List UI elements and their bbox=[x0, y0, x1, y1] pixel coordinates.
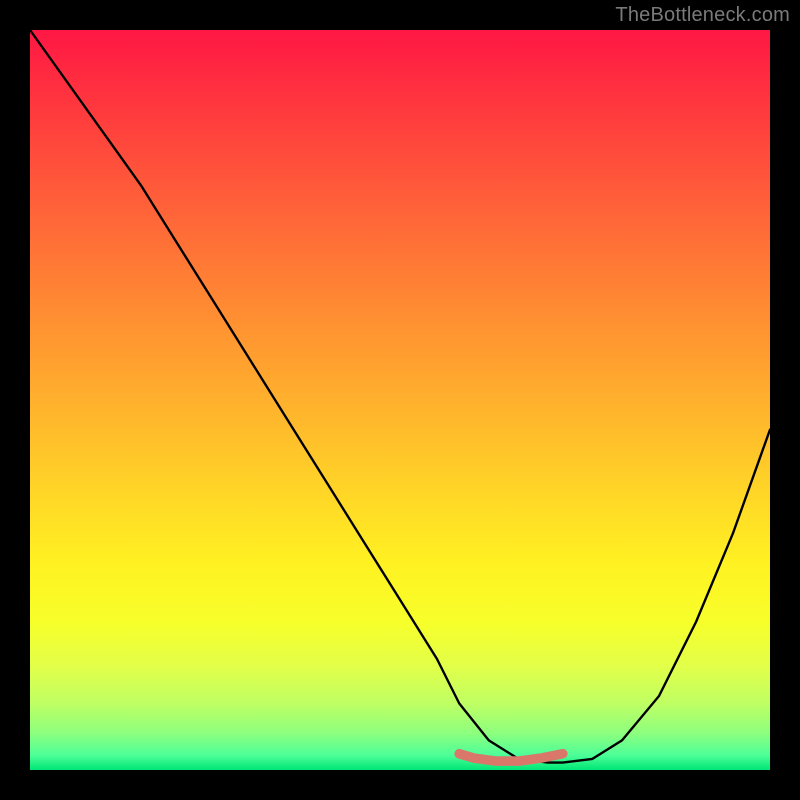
chart-frame: TheBottleneck.com bbox=[0, 0, 800, 800]
watermark-text: TheBottleneck.com bbox=[615, 4, 790, 27]
chart-svg bbox=[30, 30, 770, 770]
curve-line bbox=[30, 30, 770, 763]
plot-area bbox=[30, 30, 770, 770]
